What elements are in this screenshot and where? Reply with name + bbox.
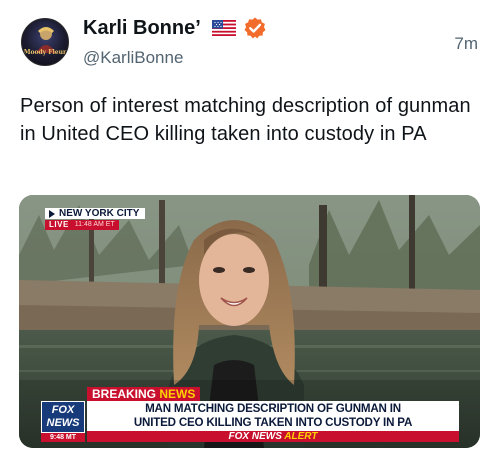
display-name[interactable]: Karli Bonne’ bbox=[83, 15, 201, 41]
location-city: NEW YORK CITY bbox=[45, 208, 146, 219]
avatar[interactable]: Moody Fleur bbox=[21, 18, 69, 66]
logo-line-2: NEWS bbox=[46, 417, 80, 429]
user-handle[interactable]: @KarliBonne bbox=[83, 47, 183, 69]
fox-news-alert-bar: FOX NEWS ALERT bbox=[87, 431, 459, 442]
breaking-word: BREAKING bbox=[92, 387, 157, 401]
news-headline: MAN MATCHING DESCRIPTION OF GUNMAN IN UN… bbox=[87, 401, 459, 431]
live-time: 11:48 AM ET bbox=[72, 220, 119, 230]
news-lower-third: BREAKING NEWS MAN MATCHING DESCRIPTION O… bbox=[19, 382, 480, 448]
broadcast-clock: 9:48 MT bbox=[41, 433, 85, 442]
alert-word: ALERT bbox=[284, 431, 318, 442]
live-indicator: LIVE 11:48 AM ET bbox=[45, 220, 145, 230]
fox-news-logo: FOX NEWS bbox=[41, 401, 85, 433]
post-timestamp[interactable]: 7m bbox=[454, 33, 478, 55]
post-text: Person of interest matching description … bbox=[20, 95, 471, 145]
live-label: LIVE bbox=[45, 220, 73, 230]
news-word: NEWS bbox=[159, 387, 196, 401]
alert-brand: FOX NEWS bbox=[228, 431, 282, 442]
post-header: Moody Fleur Karli Bonne’ @KarliBonne 7m bbox=[0, 0, 500, 80]
location-city-label: NEW YORK CITY bbox=[59, 208, 140, 219]
logo-line-1: FOX bbox=[51, 404, 75, 416]
avatar-label: Moody Fleur bbox=[23, 49, 67, 56]
us-flag-icon bbox=[212, 20, 236, 36]
headline-line-2: UNITED CEO KILLING TAKEN INTO CUSTODY IN… bbox=[133, 416, 413, 429]
headline-line-1: MAN MATCHING DESCRIPTION OF GUNMAN IN bbox=[145, 402, 401, 415]
play-arrow-icon bbox=[49, 210, 55, 218]
breaking-news-label: BREAKING NEWS bbox=[87, 387, 201, 401]
verified-badge-icon bbox=[244, 17, 266, 39]
post-video[interactable]: NEW YORK CITY LIVE 11:48 AM ET BREAKING … bbox=[19, 195, 480, 448]
location-tag: NEW YORK CITY LIVE 11:48 AM ET bbox=[45, 208, 146, 230]
